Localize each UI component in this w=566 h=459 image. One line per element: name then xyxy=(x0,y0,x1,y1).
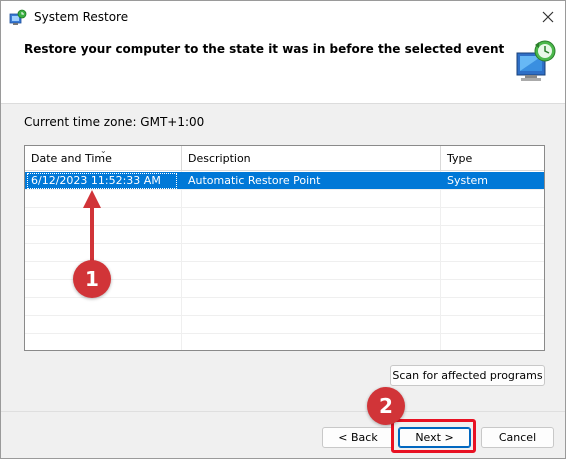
system-restore-window: System Restore Restore your computer to … xyxy=(0,0,566,459)
cancel-button[interactable]: Cancel xyxy=(481,427,554,448)
back-button[interactable]: < Back xyxy=(322,427,394,448)
close-button[interactable] xyxy=(531,1,565,34)
header-title: Restore your computer to the state it wa… xyxy=(24,42,505,56)
footer-divider xyxy=(1,411,565,412)
empty-row xyxy=(25,190,544,208)
system-restore-graphic-icon xyxy=(516,40,556,81)
close-icon xyxy=(542,11,554,23)
empty-row xyxy=(25,244,544,262)
column-header-type[interactable]: Type xyxy=(441,146,544,171)
sort-chevron-icon: ⌄ xyxy=(100,146,107,155)
table-row[interactable]: 6/12/2023 11:52:33 AM Automatic Restore … xyxy=(25,172,544,190)
title-bar: System Restore xyxy=(1,1,565,34)
step-marker-1: 1 xyxy=(73,260,111,298)
cell-type: System xyxy=(447,174,489,187)
table-header: ⌄ Date and Time Description Type xyxy=(25,146,544,171)
step-marker-2: 2 xyxy=(367,387,405,425)
system-restore-icon xyxy=(9,9,27,25)
timezone-label: Current time zone: GMT+1:00 xyxy=(24,115,205,129)
empty-row xyxy=(25,316,544,334)
column-header-description[interactable]: Description xyxy=(182,146,441,171)
scan-affected-programs-button[interactable]: Scan for affected programs xyxy=(390,365,545,386)
column-header-date[interactable]: ⌄ Date and Time xyxy=(25,146,182,171)
header-panel: Restore your computer to the state it wa… xyxy=(1,34,565,104)
cell-date: 6/12/2023 11:52:33 AM xyxy=(31,174,161,187)
window-title: System Restore xyxy=(34,10,129,24)
restore-points-table[interactable]: ⌄ Date and Time Description Type 6/12/20… xyxy=(24,145,545,351)
empty-row xyxy=(25,208,544,226)
empty-row xyxy=(25,298,544,316)
cell-description: Automatic Restore Point xyxy=(188,174,321,187)
next-button-highlight xyxy=(391,419,476,453)
empty-row xyxy=(25,226,544,244)
